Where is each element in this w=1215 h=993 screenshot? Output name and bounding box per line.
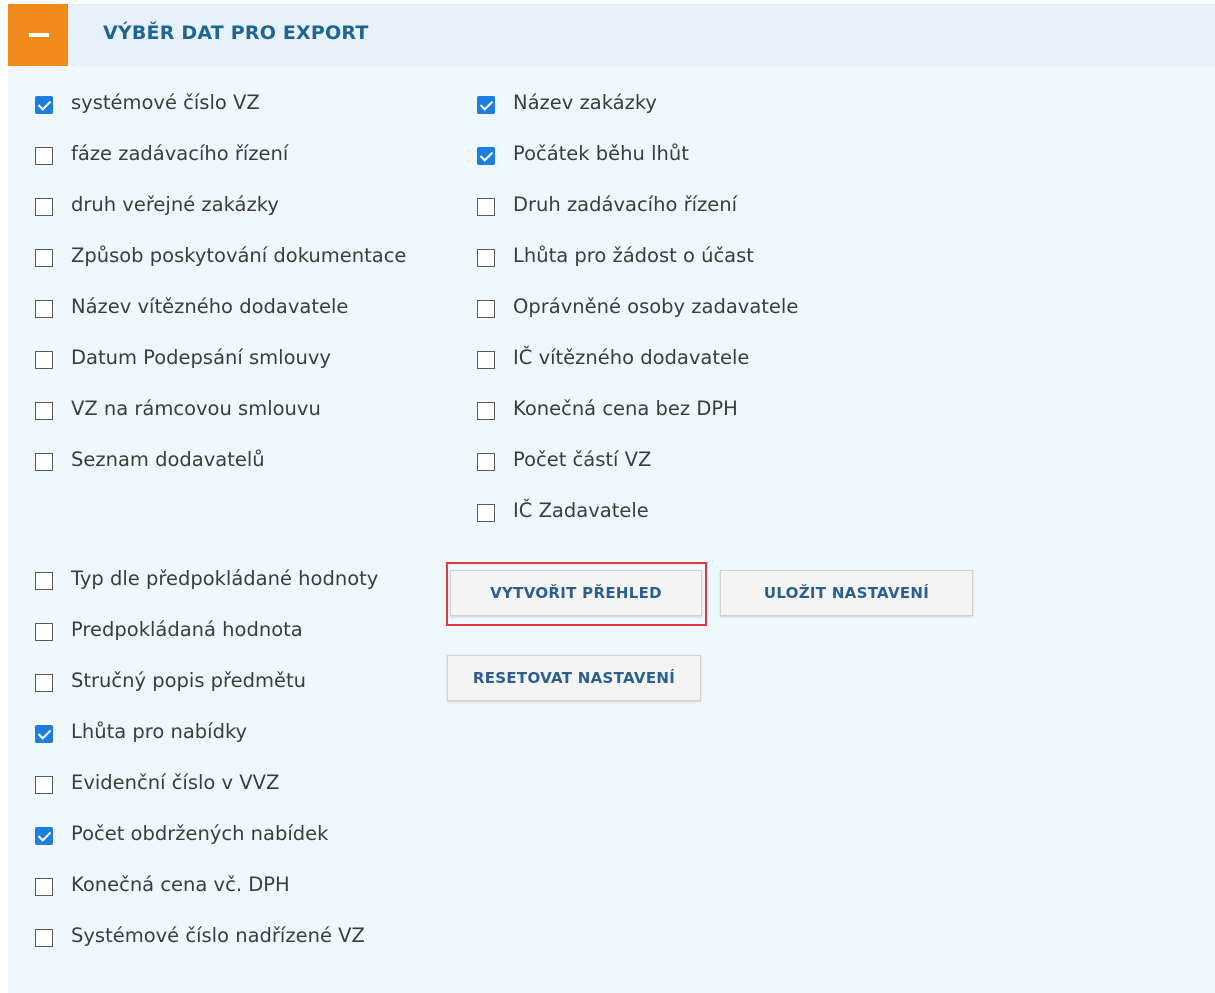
checkbox-row-type-by-estimated-value[interactable]: Typ dle předpokládané hodnoty xyxy=(35,563,378,593)
checkbox-row-contracting-authority-id[interactable]: IČ Zadavatele xyxy=(477,495,649,525)
checkbox-label: Počátek běhu lhůt xyxy=(513,141,689,165)
checkbox[interactable] xyxy=(477,96,495,114)
checkbox-row-estimated-value[interactable]: Predpokládaná hodnota xyxy=(35,614,303,644)
checkbox[interactable] xyxy=(35,147,53,165)
checkbox-label: Konečná cena bez DPH xyxy=(513,396,738,420)
checkbox[interactable] xyxy=(35,674,53,692)
checkbox-label: Systémové číslo nadřízené VZ xyxy=(71,923,365,947)
checkbox-row-winning-supplier-name[interactable]: Název vítězného dodavatele xyxy=(35,291,348,321)
checkbox[interactable] xyxy=(35,929,53,947)
checkbox-row-winning-supplier-id[interactable]: IČ vítězného dodavatele xyxy=(477,342,749,372)
checkbox[interactable] xyxy=(35,453,53,471)
checkbox-label: Způsob poskytování dokumentace xyxy=(71,243,407,267)
checkbox-label: Seznam dodavatelů xyxy=(71,447,265,471)
checkbox-label: IČ vítězného dodavatele xyxy=(513,345,750,369)
checkbox[interactable] xyxy=(477,504,495,522)
checkbox-label: Datum Podepsání smlouvy xyxy=(71,345,331,369)
checkbox-label: IČ Zadavatele xyxy=(513,498,649,522)
checkbox[interactable] xyxy=(35,198,53,216)
checkbox[interactable] xyxy=(35,300,53,318)
checkbox-row-subject-description[interactable]: Stručný popis předmětu xyxy=(35,665,306,695)
checkbox[interactable] xyxy=(35,402,53,420)
checkbox-row-parent-system-number[interactable]: Systémové číslo nadřízené VZ xyxy=(35,920,365,950)
checkbox-label: Lhůta pro nabídky xyxy=(71,719,248,743)
checkbox[interactable] xyxy=(477,249,495,267)
checkbox-row-participation-deadline[interactable]: Lhůta pro žádost o účast xyxy=(477,240,754,270)
checkbox[interactable] xyxy=(477,198,495,216)
checkbox-label: Oprávněné osoby zadavatele xyxy=(513,294,799,318)
checkbox-row-deadline-start[interactable]: Počátek běhu lhůt xyxy=(477,138,689,168)
checkbox-label: VZ na rámcovou smlouvu xyxy=(71,396,321,420)
checkbox-label: Druh zadávacího řízení xyxy=(513,192,738,216)
panel-header: VÝBĚR DAT PRO EXPORT xyxy=(8,4,1215,66)
checkbox-row-parts-count[interactable]: Počet částí VZ xyxy=(477,444,651,474)
checkbox-row-bids-received[interactable]: Počet obdržených nabídek xyxy=(35,818,328,848)
checkbox[interactable] xyxy=(35,572,53,590)
checkbox-row-bid-deadline[interactable]: Lhůta pro nabídky xyxy=(35,716,247,746)
checkbox-label: Typ dle předpokládané hodnoty xyxy=(71,566,379,590)
checkbox-row-contract-signing-date[interactable]: Datum Podepsání smlouvy xyxy=(35,342,331,372)
checkbox[interactable] xyxy=(35,776,53,794)
checkbox[interactable] xyxy=(477,402,495,420)
checkbox-row-supplier-list[interactable]: Seznam dodavatelů xyxy=(35,444,265,474)
checkbox[interactable] xyxy=(35,623,53,641)
checkbox[interactable] xyxy=(35,827,53,845)
checkbox-row-contract-type[interactable]: druh veřejné zakázky xyxy=(35,189,279,219)
checkbox-row-authorized-persons[interactable]: Oprávněné osoby zadavatele xyxy=(477,291,798,321)
checkbox-label: Lhůta pro žádost o účast xyxy=(513,243,754,267)
checkbox-label: Konečná cena vč. DPH xyxy=(71,872,290,896)
panel-title: VÝBĚR DAT PRO EXPORT xyxy=(103,22,369,44)
checkbox-label: Stručný popis předmětu xyxy=(71,668,307,692)
checkbox[interactable] xyxy=(35,249,53,267)
checkbox-row-final-price-incl-vat[interactable]: Konečná cena vč. DPH xyxy=(35,869,290,899)
export-data-panel: VÝBĚR DAT PRO EXPORT systémové číslo VZ … xyxy=(8,4,1215,993)
checkbox-row-system-number[interactable]: systémové číslo VZ xyxy=(35,87,260,117)
save-settings-button[interactable]: ULOŽIT NASTAVENÍ xyxy=(720,570,973,616)
checkbox-label: Název vítězného dodavatele xyxy=(71,294,349,318)
checkbox[interactable] xyxy=(477,147,495,165)
checkbox-label: fáze zadávacího řízení xyxy=(71,141,289,165)
collapse-button[interactable] xyxy=(8,4,68,66)
checkbox-row-documentation-method[interactable]: Způsob poskytování dokumentace xyxy=(35,240,406,270)
create-overview-button[interactable]: VYTVOŘIT PŘEHLED xyxy=(450,570,702,616)
checkbox[interactable] xyxy=(35,878,53,896)
minus-icon xyxy=(29,33,49,37)
checkbox[interactable] xyxy=(477,300,495,318)
checkbox-row-framework-agreement[interactable]: VZ na rámcovou smlouvu xyxy=(35,393,321,423)
checkbox[interactable] xyxy=(35,96,53,114)
checkbox-row-procurement-phase[interactable]: fáze zadávacího řízení xyxy=(35,138,288,168)
checkbox-row-final-price-excl-vat[interactable]: Konečná cena bez DPH xyxy=(477,393,738,423)
checkbox-label: druh veřejné zakázky xyxy=(71,192,279,216)
checkbox-label: Název zakázky xyxy=(513,90,657,114)
checkbox-label: Počet obdržených nabídek xyxy=(71,821,329,845)
checkbox-label: Počet částí VZ xyxy=(513,447,652,471)
checkbox[interactable] xyxy=(477,453,495,471)
checkbox-label: Predpokládaná hodnota xyxy=(71,617,303,641)
checkbox-row-registration-number[interactable]: Evidenční číslo v VVZ xyxy=(35,767,279,797)
checkbox-row-contract-name[interactable]: Název zakázky xyxy=(477,87,657,117)
checkbox[interactable] xyxy=(35,351,53,369)
checkbox-label: systémové číslo VZ xyxy=(71,90,260,114)
checkbox[interactable] xyxy=(477,351,495,369)
checkbox[interactable] xyxy=(35,725,53,743)
checkbox-row-procedure-type[interactable]: Druh zadávacího řízení xyxy=(477,189,737,219)
checkbox-label: Evidenční číslo v VVZ xyxy=(71,770,280,794)
reset-settings-button[interactable]: RESETOVAT NASTAVENÍ xyxy=(447,655,701,701)
